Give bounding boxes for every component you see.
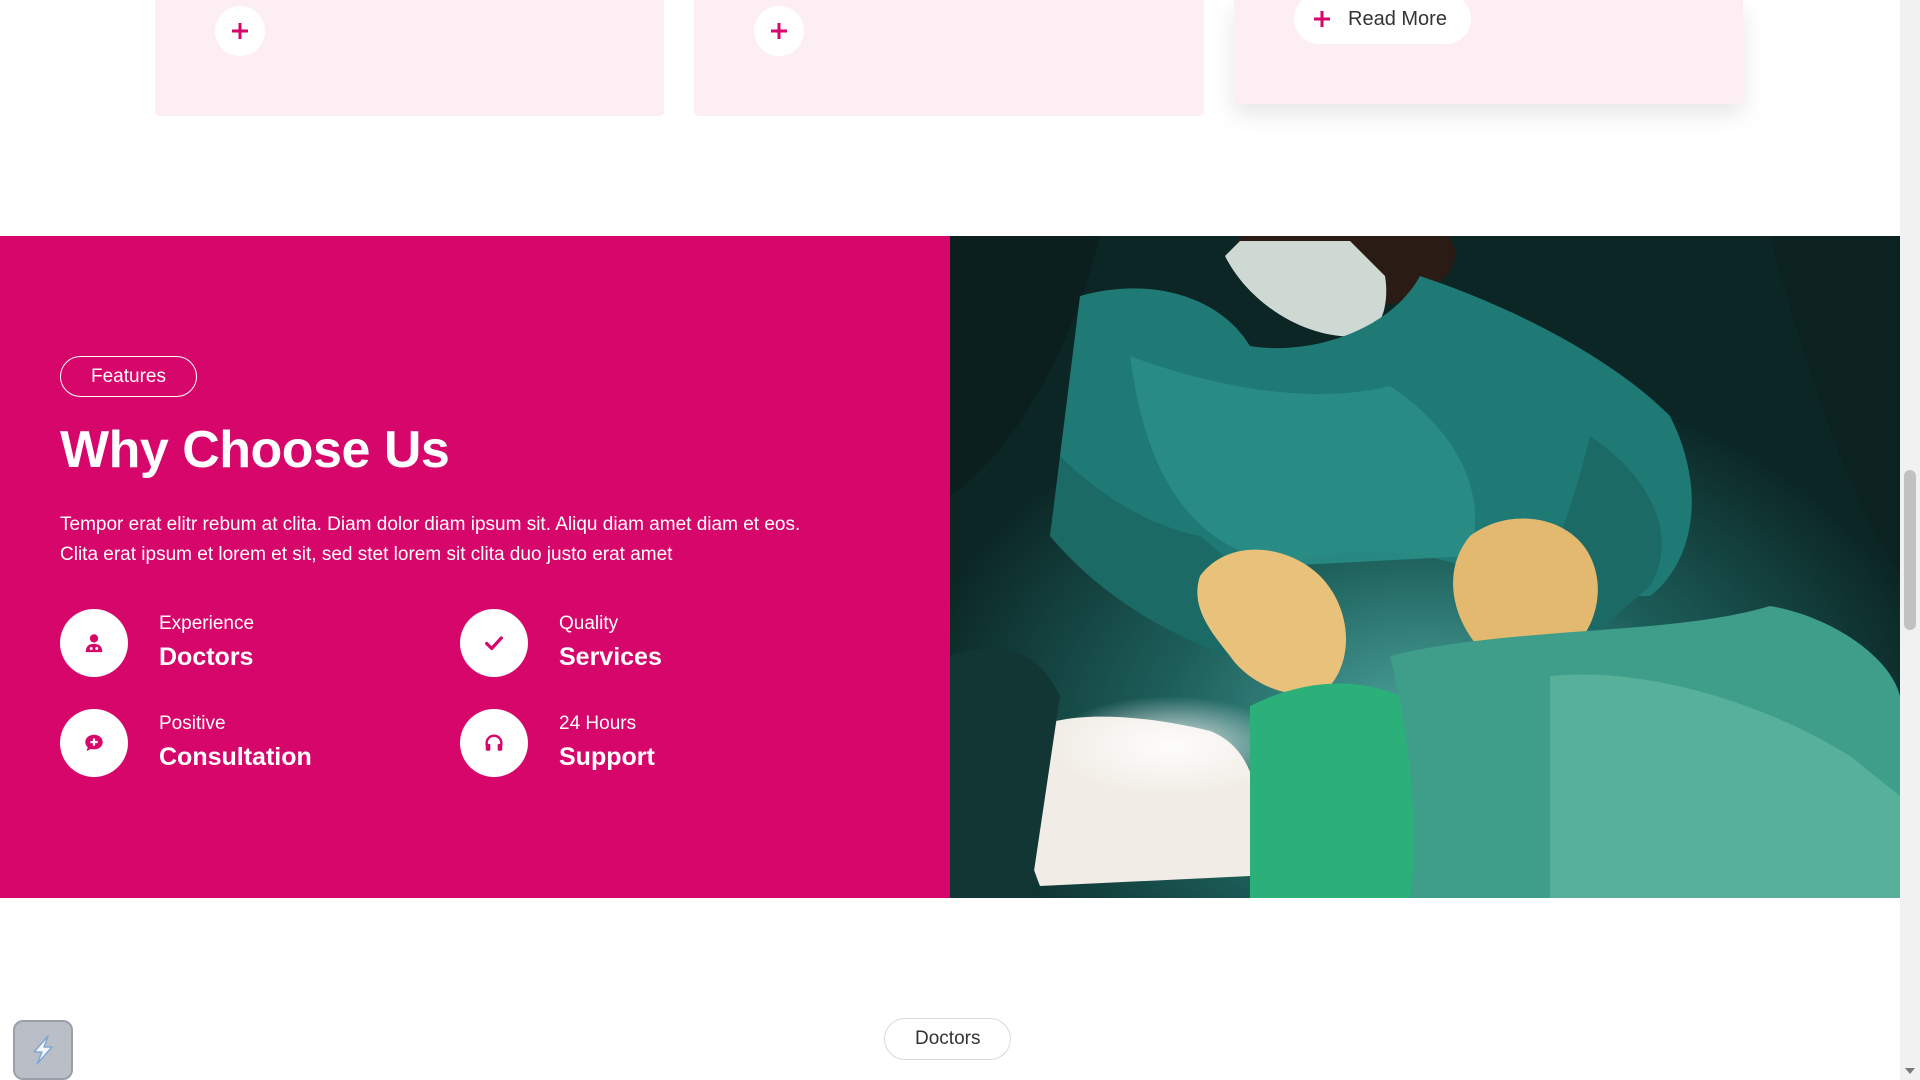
- feature-caption: Experience: [159, 613, 255, 634]
- scroll-down-icon[interactable]: [1905, 1068, 1915, 1074]
- features-panel: Features Why Choose Us Tempor erat elitr…: [0, 236, 950, 898]
- features-section: Features Why Choose Us Tempor erat elitr…: [0, 236, 1900, 898]
- feature-item-doctors: Experience Doctors: [60, 609, 254, 677]
- lightning-icon: [33, 1035, 53, 1065]
- feature-caption: Quality: [559, 613, 619, 634]
- plus-icon: [1314, 11, 1330, 27]
- feature-title: Support: [559, 743, 655, 771]
- features-badge: Features: [60, 356, 197, 397]
- feature-title: Doctors: [159, 643, 254, 671]
- surgeon-operating-photo: [950, 236, 1900, 898]
- feature-title: Services: [559, 643, 662, 671]
- comment-medical-icon: [85, 734, 103, 752]
- read-more-button[interactable]: Read More: [1294, 0, 1471, 44]
- section-title: Why Choose Us: [60, 421, 450, 479]
- surgery-illustration: [950, 236, 1900, 898]
- plus-icon: [771, 23, 787, 39]
- feature-title: Consultation: [159, 743, 312, 771]
- headphones-icon: [485, 734, 503, 751]
- doctors-badge: Doctors: [884, 1018, 1012, 1060]
- floating-app-button[interactable]: [13, 1020, 73, 1080]
- plus-icon: [232, 23, 248, 39]
- scrollbar[interactable]: [1900, 0, 1920, 1080]
- plus-button[interactable]: [215, 6, 265, 56]
- check-icon: [485, 636, 503, 651]
- feature-caption: Positive: [159, 713, 226, 734]
- feature-caption: 24 Hours: [559, 713, 637, 734]
- read-more-label: Read More: [1348, 7, 1447, 30]
- service-card: [694, 0, 1204, 116]
- section-description: Tempor erat elitr rebum at clita. Diam d…: [60, 514, 801, 565]
- feature-item-services: Quality Services: [460, 609, 662, 677]
- user-doctor-icon: [85, 634, 103, 653]
- service-card: [155, 0, 664, 116]
- feature-item-consultation: Positive Consultation: [60, 709, 312, 777]
- service-card-active: Read More: [1234, 0, 1743, 104]
- feature-item-support: 24 Hours Support: [460, 709, 655, 777]
- plus-button[interactable]: [754, 6, 804, 56]
- scrollbar-thumb[interactable]: [1904, 470, 1916, 630]
